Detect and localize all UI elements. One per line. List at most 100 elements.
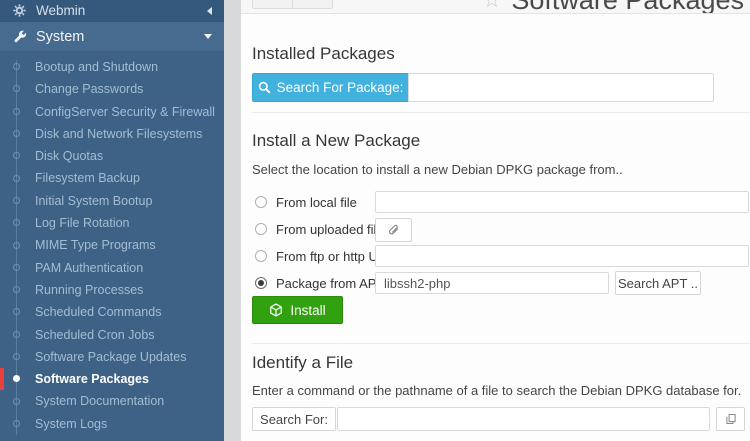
search-for-button[interactable]: Search For: [252, 407, 336, 431]
section-divider [252, 343, 750, 344]
radio-from-uploaded-file[interactable] [255, 223, 267, 235]
identify-description: Enter a command or the pathname of a fil… [252, 383, 741, 398]
sidebar-item-label: Initial System Bootup [35, 190, 224, 212]
sidebar-category-label: System [36, 29, 84, 45]
bullet-icon [13, 108, 20, 115]
sidebar-item-label: Disk Quotas [35, 145, 224, 167]
bullet-icon [13, 420, 20, 427]
sidebar-item-scheduled-commands[interactable]: Scheduled Commands [0, 301, 224, 323]
bullet-icon [13, 398, 20, 405]
bullet-icon [13, 85, 20, 92]
sidebar-menu: Bootup and Shutdown Change Passwords Con… [0, 52, 224, 441]
sidebar-item-label: Software Packages [35, 368, 224, 390]
option-row-local-file: From local file [255, 195, 357, 209]
sidebar-item-disk-quotas[interactable]: Disk Quotas [0, 145, 224, 167]
header-nav-button-2[interactable] [292, 0, 333, 9]
wrench-icon [13, 30, 27, 44]
sidebar-item-label: Software Package Updates [35, 346, 224, 368]
bullet-icon [13, 219, 20, 226]
page-title: Software Packages [511, 0, 744, 14]
radio-label: Package from APT [276, 276, 384, 291]
section-divider [252, 112, 750, 113]
sidebar-item-configserver-security-firewall[interactable]: ConfigServer Security & Firewall [0, 101, 224, 123]
installed-packages-heading: Installed Packages [252, 44, 395, 64]
sidebar-item-log-file-rotation[interactable]: Log File Rotation [0, 212, 224, 234]
chevron-left-icon [207, 7, 212, 15]
paperclip-icon [387, 224, 400, 237]
radio-package-from-apt[interactable] [255, 277, 267, 289]
bullet-icon [13, 197, 20, 204]
sidebar-category-system[interactable]: System [0, 21, 224, 52]
sidebar-item-label: System Logs [35, 413, 224, 435]
favorite-star-icon[interactable]: ☆ [483, 0, 502, 12]
sidebar-item-label: Running Processes [35, 279, 224, 301]
bullet-icon [13, 286, 20, 293]
sidebar-resize-gutter[interactable] [224, 0, 241, 441]
sidebar-item-software-packages[interactable]: Software Packages [0, 368, 224, 390]
radio-label: From local file [276, 195, 357, 210]
sidebar-item-bootup-and-shutdown[interactable]: Bootup and Shutdown [0, 56, 224, 78]
sidebar-category-webmin[interactable]: Webmin [0, 0, 224, 21]
main-content: ☆ Software Packages Installed Packages S… [241, 0, 750, 441]
bullet-icon [13, 375, 20, 382]
header-nav-button-1[interactable] [252, 0, 293, 9]
bullet-icon [13, 308, 20, 315]
radio-label: From uploaded file [276, 222, 384, 237]
bullet-icon [13, 331, 20, 338]
chevron-down-icon [204, 34, 212, 39]
sidebar-item-filesystem-backup[interactable]: Filesystem Backup [0, 167, 224, 189]
sidebar-item-software-package-updates[interactable]: Software Package Updates [0, 346, 224, 368]
bullet-icon [13, 63, 20, 70]
ftp-http-url-input[interactable] [375, 245, 749, 267]
sidebar-item-label: Filesystem Backup [35, 167, 224, 189]
sidebar-item-system-logs[interactable]: System Logs [0, 413, 224, 435]
radio-from-url[interactable] [255, 250, 267, 262]
option-row-ftp-url: From ftp or http URL [255, 249, 394, 263]
identify-file-input[interactable] [337, 407, 710, 431]
upload-file-button[interactable] [375, 218, 412, 242]
sidebar-item-scheduled-cron-jobs[interactable]: Scheduled Cron Jobs [0, 324, 224, 346]
active-indicator-bar [0, 368, 4, 390]
local-file-input[interactable] [375, 191, 749, 213]
install-description: Select the location to install a new Deb… [252, 162, 623, 177]
sidebar-item-pam-authentication[interactable]: PAM Authentication [0, 257, 224, 279]
sidebar-item-change-passwords[interactable]: Change Passwords [0, 78, 224, 100]
package-icon [269, 303, 283, 317]
sidebar-item-label: MIME Type Programs [35, 234, 224, 256]
sidebar-item-label: Scheduled Commands [35, 301, 224, 323]
sidebar-item-label: Log File Rotation [35, 212, 224, 234]
radio-from-local-file[interactable] [255, 196, 267, 208]
sidebar-item-running-processes[interactable]: Running Processes [0, 279, 224, 301]
sidebar-item-label: Scheduled Cron Jobs [35, 324, 224, 346]
sidebar-item-label: Bootup and Shutdown [35, 56, 224, 78]
identify-file-heading: Identify a File [252, 353, 353, 373]
search-apt-button[interactable]: Search APT .. [615, 271, 701, 295]
bullet-icon [13, 353, 20, 360]
option-row-uploaded-file: From uploaded file [255, 222, 384, 236]
copy-icon [725, 413, 737, 425]
sidebar-category-label: Webmin [36, 3, 85, 18]
install-button[interactable]: Install [252, 296, 343, 324]
sidebar-item-initial-system-bootup[interactable]: Initial System Bootup [0, 190, 224, 212]
sidebar-item-label: Disk and Network Filesystems [35, 123, 224, 145]
page-header-bar: ☆ Software Packages [241, 0, 750, 14]
sidebar-item-disk-and-network-filesystems[interactable]: Disk and Network Filesystems [0, 123, 224, 145]
apt-package-input[interactable] [375, 272, 609, 294]
bullet-icon [13, 264, 20, 271]
option-row-apt: Package from APT [255, 276, 384, 290]
sidebar-item-label: PAM Authentication [35, 257, 224, 279]
sidebar: Webmin System Bootup and Shutdown Change… [0, 0, 224, 441]
sidebar-item-mime-type-programs[interactable]: MIME Type Programs [0, 234, 224, 256]
search-for-package-button[interactable]: Search For Package: [252, 73, 409, 102]
bullet-icon [13, 242, 20, 249]
gear-icon [13, 4, 27, 18]
sidebar-item-label: ConfigServer Security & Firewall [35, 101, 224, 123]
bullet-icon [13, 130, 20, 137]
search-icon [258, 81, 271, 94]
sidebar-item-label: System Documentation [35, 390, 224, 412]
bullet-icon [13, 152, 20, 159]
sidebar-item-system-documentation[interactable]: System Documentation [0, 390, 224, 412]
copy-button[interactable] [716, 407, 745, 431]
bullet-icon [13, 175, 20, 182]
package-search-input[interactable] [408, 73, 714, 102]
